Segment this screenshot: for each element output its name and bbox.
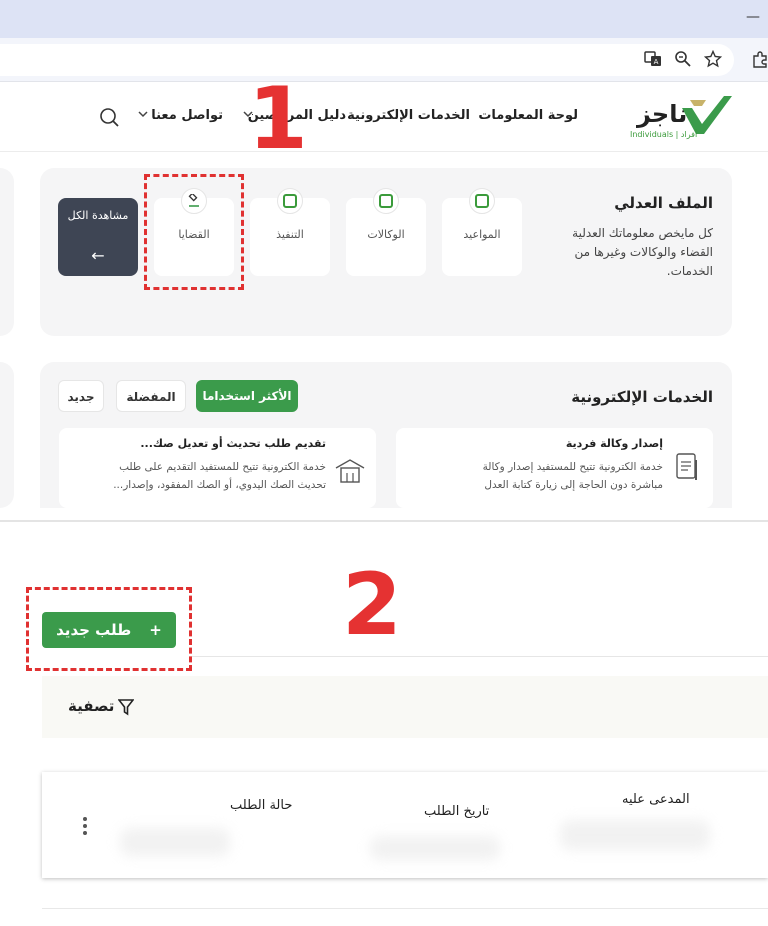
minimize-icon[interactable]: —	[746, 10, 760, 24]
card-label: التنفيذ	[276, 228, 304, 241]
card-appointments[interactable]: المواعيد	[442, 188, 522, 276]
svg-text:A: A	[654, 58, 659, 66]
document-icon	[674, 452, 702, 484]
extensions-icon[interactable]	[750, 50, 768, 70]
more-options-icon[interactable]	[82, 816, 88, 836]
blurred-cell	[560, 820, 710, 850]
filter-bar	[42, 676, 768, 738]
divider	[192, 656, 768, 657]
filter-icon[interactable]	[117, 698, 135, 716]
column-header-request-status: حالة الطلب	[230, 798, 293, 813]
filter-label[interactable]: تصفية	[68, 697, 114, 715]
card-execution[interactable]: التنفيذ	[250, 188, 330, 276]
highlight-box-new-request	[26, 587, 192, 671]
card-label: المواعيد	[463, 228, 501, 241]
tab-new[interactable]: جديد	[58, 380, 104, 412]
eservices-title: الخدمات الإلكترونية	[571, 388, 713, 406]
chevron-down-icon[interactable]	[137, 108, 149, 123]
nav-contact[interactable]: تواصل معنا	[151, 108, 223, 123]
card-agencies[interactable]: الوكالات	[346, 188, 426, 276]
translate-icon[interactable]: A	[643, 50, 663, 70]
arrow-left-icon: ←	[91, 246, 105, 265]
search-icon[interactable]	[98, 106, 120, 128]
table-row	[42, 908, 768, 926]
calendar-icon	[469, 188, 495, 214]
service-item-title: إصدار وكالة فردية	[565, 437, 663, 450]
browser-titlebar	[0, 0, 768, 38]
service-item-description: خدمة الكترونية تتيح للمستفيد التقديم على…	[113, 461, 326, 491]
building-icon	[334, 456, 366, 484]
logo-text: ناجز	[637, 100, 688, 128]
annotation-step-2: 2	[342, 555, 402, 655]
blurred-cell	[370, 836, 500, 860]
logo-subtitle: Individuals | أفراد	[630, 130, 698, 139]
view-all-label: مشاهدة الكل	[67, 209, 129, 222]
service-item-description: خدمة الكترونية تتيح للمستفيد إصدار وكالة…	[482, 461, 663, 491]
tab-most-used[interactable]: الأكثر استخداما	[196, 380, 298, 412]
service-item-title: تقديم طلب تحديث أو تعديل صك...	[140, 437, 326, 450]
tab-favorites[interactable]: المفضلة	[116, 380, 186, 412]
blurred-cell	[120, 828, 230, 856]
judicial-file-description: كل مايخص معلوماتك العدلية القضاء والوكال…	[572, 226, 713, 278]
side-panel-edge	[0, 168, 14, 336]
card-label: الوكالات	[367, 228, 405, 241]
address-bar[interactable]	[0, 44, 734, 76]
column-header-request-date: تاريخ الطلب	[424, 804, 490, 819]
wallet-icon	[277, 188, 303, 214]
nav-dashboard[interactable]: لوحة المعلومات	[478, 108, 578, 123]
side-panel-edge	[0, 362, 14, 508]
service-item-individual-agency[interactable]: إصدار وكالة فردية خدمة الكترونية تتيح لل…	[396, 428, 713, 508]
column-header-defendant: المدعى عليه	[622, 792, 690, 807]
annotation-step-1: 1	[248, 69, 308, 169]
nav-eservices[interactable]: الخدمات الإلكترونية	[347, 108, 470, 123]
judicial-file-title: الملف العدلي	[614, 194, 713, 212]
highlight-box-cases	[144, 174, 244, 290]
service-item-deed-update[interactable]: تقديم طلب تحديث أو تعديل صك... خدمة الكت…	[59, 428, 376, 508]
view-all-button[interactable]: مشاهدة الكل ←	[58, 198, 138, 276]
agency-icon	[373, 188, 399, 214]
star-icon[interactable]	[703, 49, 723, 70]
divider	[0, 520, 768, 522]
zoom-icon[interactable]	[673, 50, 693, 70]
